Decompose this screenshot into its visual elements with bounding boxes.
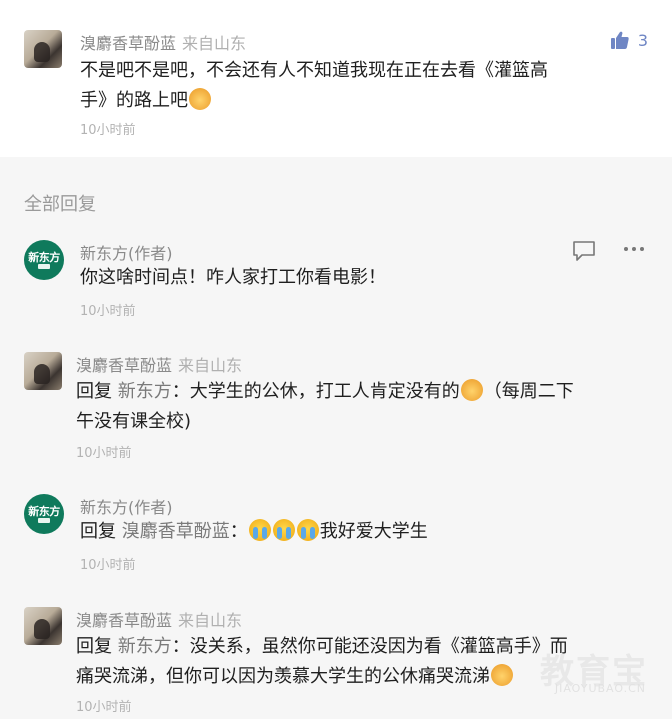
user-avatar[interactable]: [24, 607, 62, 645]
crying-emoji-icon: [248, 519, 271, 541]
cat-emoji-icon: [491, 664, 513, 686]
like-button[interactable]: 3: [610, 30, 648, 50]
reply-text: 你这啥时间点！咋人家打工你看电影！: [80, 267, 386, 288]
comment-time: 10小时前: [80, 123, 136, 138]
cat-emoji-icon: [189, 88, 211, 110]
comment-author[interactable]: 溴麝香草酚蓝 来自山东: [80, 30, 246, 54]
reply-author[interactable]: 新东方(作者): [80, 240, 173, 264]
reply-separator: ：: [229, 521, 248, 542]
author-location: 来自山东: [182, 34, 247, 53]
author-location: 来自山东: [178, 611, 243, 630]
logo-text: 新东方: [28, 250, 60, 264]
crying-emoji-icon: [272, 519, 295, 541]
cat-emoji-icon: [460, 379, 483, 401]
comment-text-line: 手》的路上吧: [80, 90, 188, 111]
reply-target-user[interactable]: 新东方: [118, 636, 172, 657]
logo-subbar: [38, 517, 50, 523]
author-name[interactable]: 溴麝香草酚蓝: [76, 611, 172, 630]
reply-text: 回复 新东方：大学生的公休，打工人肯定没有的 （每周二下 午没有课全校): [76, 377, 656, 437]
crying-emoji-icon: [296, 519, 319, 541]
author-location: 来自山东: [178, 356, 243, 375]
reply-text-line: 午没有课全校): [76, 411, 192, 432]
reply-text: 回复 溴麝香草酚蓝： 我好爱大学生: [80, 517, 650, 547]
reply-author[interactable]: 溴麝香草酚蓝 来自山东: [76, 607, 242, 631]
reply-prefix: 回复: [80, 521, 116, 542]
user-avatar[interactable]: [24, 30, 62, 68]
reply-text-line: 痛哭流涕，但你可以因为羡慕大学生的公休痛哭流涕: [76, 666, 490, 687]
reply-target-user[interactable]: 溴麝香草酚蓝: [122, 521, 230, 542]
user-avatar[interactable]: [24, 352, 62, 390]
author-avatar[interactable]: 新东方: [24, 494, 64, 534]
all-replies-heading: 全部回复: [24, 194, 96, 215]
author-name[interactable]: 溴麝香草酚蓝: [80, 34, 176, 53]
top-comment-card: 溴麝香草酚蓝 来自山东 3 不是吧不是吧，不会还有人不知道我现在正在去看《灌篮高 …: [0, 0, 672, 157]
reply-text-part: 我好爱大学生: [319, 521, 428, 542]
reply-text-part: ：大学生的公休，打工人肯定没有的: [171, 381, 460, 402]
like-count: 3: [637, 30, 648, 50]
reply-author[interactable]: 新东方(作者): [80, 494, 173, 518]
reply-prefix: 回复: [76, 381, 112, 402]
reply-author[interactable]: 溴麝香草酚蓝 来自山东: [76, 352, 242, 376]
comment-text-line: 不是吧不是吧，不会还有人不知道我现在正在去看《灌篮高: [80, 60, 548, 81]
reply-text: 回复 新东方：没关系，虽然你可能还没因为看《灌篮高手》而 痛哭流涕，但你可以因为…: [76, 632, 666, 692]
author-avatar[interactable]: 新东方: [24, 240, 64, 280]
reply-time: 10小时前: [80, 304, 136, 319]
reply-time: 10小时前: [76, 700, 132, 715]
reply-time: 10小时前: [80, 558, 136, 573]
more-icon[interactable]: [622, 244, 646, 254]
comment-text: 不是吧不是吧，不会还有人不知道我现在正在去看《灌篮高 手》的路上吧: [80, 56, 650, 116]
comment-icon[interactable]: [572, 240, 596, 262]
thumbs-up-icon: [610, 31, 629, 49]
logo-subbar: [38, 263, 50, 269]
reply-time: 10小时前: [76, 446, 132, 461]
reply-text-part: ：没关系，虽然你可能还没因为看《灌篮高手》而: [171, 636, 568, 657]
reply-text-part: （每周二下: [483, 381, 574, 402]
reply-prefix: 回复: [76, 636, 112, 657]
author-name[interactable]: 溴麝香草酚蓝: [76, 356, 172, 375]
logo-text: 新东方: [28, 504, 60, 518]
reply-target-user[interactable]: 新东方: [118, 381, 172, 402]
